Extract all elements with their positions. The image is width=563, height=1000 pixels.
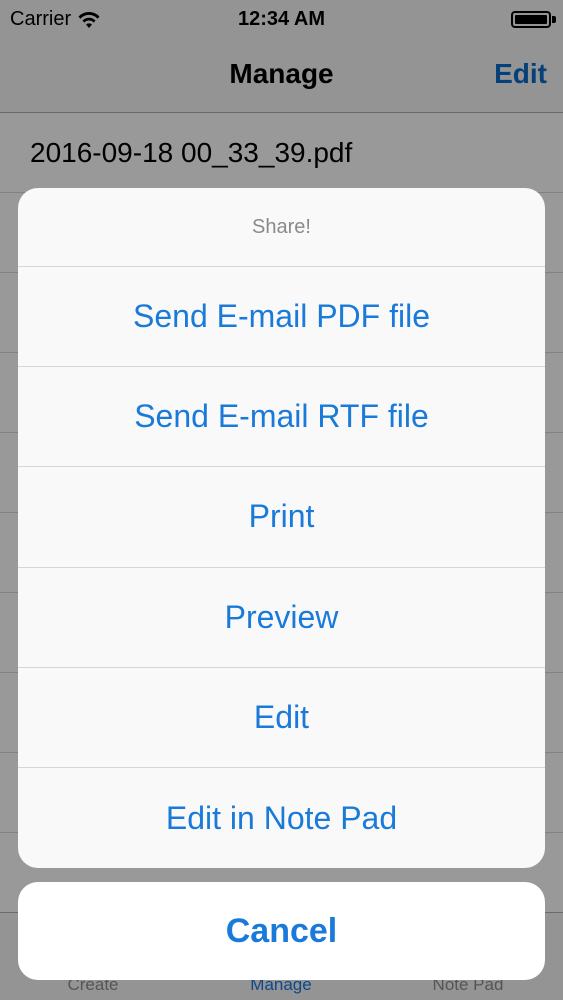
preview-button[interactable]: Preview (18, 568, 545, 668)
cancel-button[interactable]: Cancel (18, 882, 545, 980)
print-button[interactable]: Print (18, 467, 545, 568)
share-action-sheet: Share! Send E-mail PDF file Send E-mail … (18, 188, 545, 868)
send-email-pdf-button[interactable]: Send E-mail PDF file (18, 267, 545, 368)
edit-in-note-pad-button[interactable]: Edit in Note Pad (18, 768, 545, 868)
send-email-rtf-button[interactable]: Send E-mail RTF file (18, 367, 545, 468)
action-sheet-title: Share! (18, 188, 545, 267)
edit-action-button[interactable]: Edit (18, 668, 545, 768)
